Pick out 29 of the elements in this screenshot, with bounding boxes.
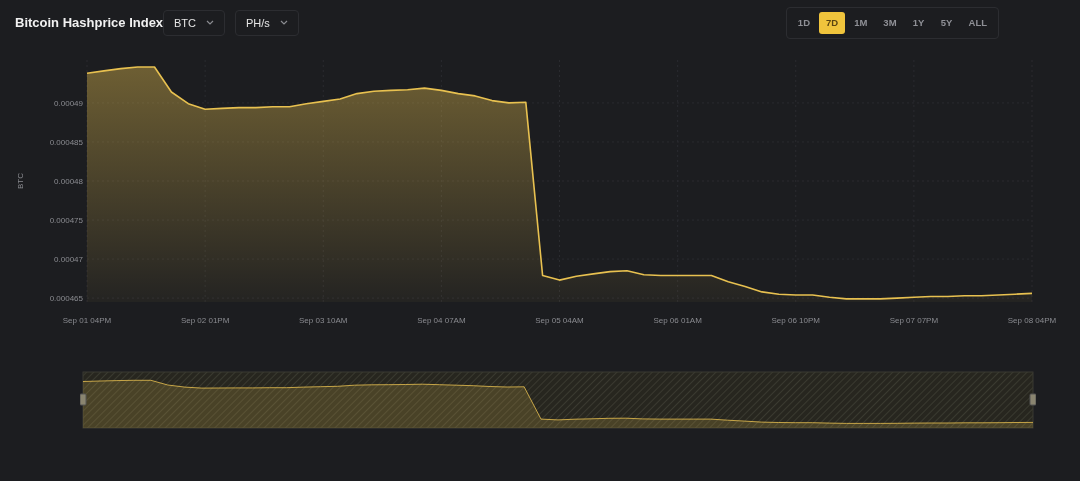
- range-tab[interactable]: 1D: [790, 11, 817, 34]
- x-tick-label: Sep 07 07PM: [889, 316, 939, 325]
- x-tick-label: Sep 03 10AM: [299, 316, 348, 325]
- range-tab[interactable]: 1M: [847, 11, 875, 34]
- range-tab[interactable]: ALL: [961, 11, 995, 34]
- x-tick-label: Sep 06 01AM: [653, 316, 702, 325]
- y-tick-label: 0.00049: [54, 98, 83, 108]
- range-tab[interactable]: 7D: [819, 11, 846, 34]
- page-title: Bitcoin Hashprice Index: [15, 15, 163, 30]
- chevron-down-icon: [206, 20, 214, 25]
- x-tick-label: Sep 02 01PM: [180, 316, 230, 325]
- range-tab[interactable]: 3M: [876, 11, 904, 34]
- x-tick-label: Sep 05 04AM: [535, 316, 584, 325]
- navigator-drawing[interactable]: [80, 371, 1036, 429]
- x-tick-label: Sep 06 10PM: [771, 316, 820, 325]
- range-tab[interactable]: 5Y: [933, 11, 960, 34]
- y-tick-label: 0.000465: [49, 294, 83, 304]
- axis-title: BTC: [16, 173, 25, 189]
- y-tick-label: 0.00048: [54, 177, 83, 186]
- unit-dropdown[interactable]: PH/s: [235, 9, 299, 36]
- range-tab[interactable]: 1Y: [905, 11, 932, 34]
- x-tick-label: Sep 01 04PM: [62, 316, 112, 325]
- y-tick-label: 0.000485: [49, 137, 83, 147]
- chevron-down-icon: [279, 20, 288, 25]
- x-tick-label: Sep 04 07AM: [417, 316, 466, 325]
- y-tick-label: 0.00047: [54, 255, 83, 265]
- x-tick-label: Sep 08 04PM: [1007, 316, 1057, 325]
- y-tick-label: 0.000475: [49, 216, 83, 226]
- unit-dropdown[interactable]: BTC: [163, 9, 225, 36]
